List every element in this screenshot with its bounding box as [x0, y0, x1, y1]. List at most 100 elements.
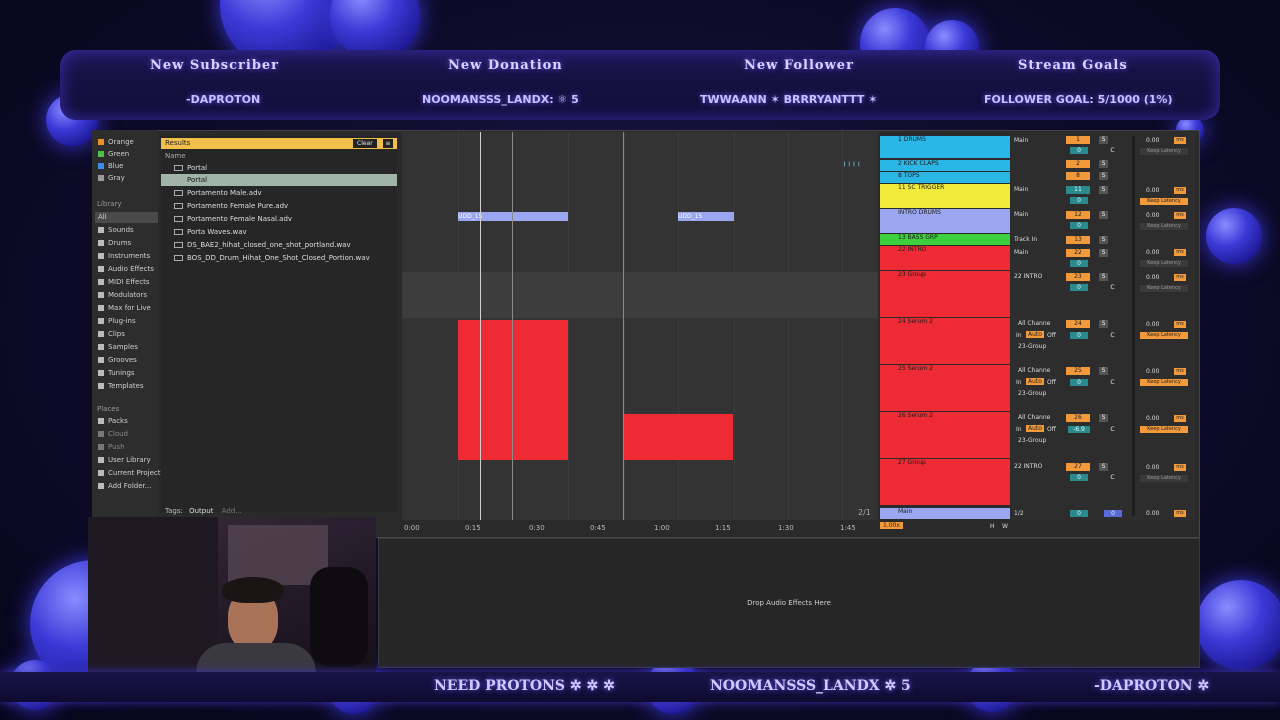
solo-button[interactable]: S — [1099, 160, 1108, 168]
library-drums[interactable]: Drums — [98, 238, 131, 249]
track-route[interactable]: All Channe — [1018, 320, 1050, 327]
solo-button[interactable]: S — [1099, 211, 1108, 219]
track-header-bass-grp[interactable]: 13 BASS GRP — [880, 234, 1010, 245]
track-delay[interactable]: 0.00 — [1146, 212, 1159, 219]
track-header-drums[interactable]: 1 DRUMS — [880, 136, 1010, 158]
color-tag-blue[interactable]: Blue — [98, 161, 124, 172]
crossfade-button[interactable]: C — [1108, 379, 1117, 387]
delay-unit[interactable]: ms — [1174, 415, 1186, 422]
monitor-off[interactable]: Off — [1047, 379, 1056, 386]
tag-add[interactable]: Add... — [222, 507, 242, 515]
group-route[interactable]: 23-Group — [1018, 390, 1046, 397]
color-tag-orange[interactable]: Orange — [98, 137, 134, 148]
browser-item[interactable]: Portamento Female Pure.adv — [161, 200, 397, 212]
group-route[interactable]: 23-Group — [1018, 437, 1046, 444]
solo-button[interactable]: S — [1099, 320, 1108, 328]
track-delay[interactable]: 0.00 — [1146, 274, 1159, 281]
keep-latency-toggle[interactable]: Keep Latency — [1140, 426, 1188, 433]
color-tag-gray[interactable]: Gray — [98, 173, 125, 184]
library-plug-ins[interactable]: Plug-ins — [98, 316, 136, 327]
track-delay[interactable]: 0.00 — [1146, 249, 1159, 256]
track-route[interactable]: Main — [1014, 249, 1028, 256]
delay-unit[interactable]: ms — [1174, 274, 1186, 281]
track-activator[interactable]: 24 — [1066, 320, 1090, 328]
track-route[interactable]: Track In — [1014, 236, 1037, 243]
keep-latency-toggle[interactable]: Keep Latency — [1140, 198, 1188, 205]
library-clips[interactable]: Clips — [98, 329, 125, 340]
track-header-sc-trigger[interactable]: 11 SC TRIGGER — [880, 184, 1010, 208]
track-route[interactable]: All Channe — [1018, 367, 1050, 374]
delay-unit[interactable]: ms — [1174, 321, 1186, 328]
library-grooves[interactable]: Grooves — [98, 355, 137, 366]
library-modulators[interactable]: Modulators — [98, 290, 147, 301]
places-cloud[interactable]: Cloud — [98, 429, 128, 440]
playhead[interactable] — [480, 132, 481, 520]
track-header-serum-24[interactable]: 24 Serum 2 — [880, 318, 1010, 364]
solo-button[interactable]: S — [1099, 463, 1108, 471]
drum-clip[interactable]: UDD_15 — [678, 212, 734, 221]
library-instruments[interactable]: Instruments — [98, 251, 150, 262]
track-header-intro-drums[interactable]: INTRO DRUMS — [880, 209, 1010, 233]
track-activator[interactable]: 12 — [1066, 211, 1090, 219]
places-user-library[interactable]: User Library — [98, 455, 151, 466]
places-packs[interactable]: Packs — [98, 416, 128, 427]
track-activator[interactable]: 22 — [1066, 249, 1090, 257]
crossfade-button[interactable]: C — [1108, 474, 1117, 482]
keep-latency-toggle[interactable]: Keep Latency — [1140, 475, 1188, 482]
track-activator[interactable]: 8 — [1066, 172, 1090, 180]
browser-item[interactable]: BOS_DD_Drum_Hihat_One_Shot_Closed_Portio… — [161, 252, 397, 264]
send-value[interactable]: 0 — [1070, 147, 1088, 154]
color-tag-green[interactable]: Green — [98, 149, 129, 160]
track-route[interactable]: Main — [1014, 137, 1028, 144]
library-samples[interactable]: Samples — [98, 342, 138, 353]
monitor-in[interactable]: In — [1016, 332, 1022, 339]
track-activator[interactable]: 1 — [1066, 136, 1090, 144]
browser-item[interactable]: Portal — [161, 162, 397, 174]
drum-clip[interactable]: UDD_15 — [458, 212, 568, 221]
tag-output[interactable]: Output — [189, 507, 213, 515]
keep-latency-toggle[interactable]: Keep Latency — [1140, 148, 1188, 155]
send-value[interactable]: 0 — [1070, 332, 1088, 339]
track-header-kick-claps[interactable]: 2 KICK CLAPS — [880, 160, 1010, 171]
monitor-auto[interactable]: Auto — [1026, 425, 1044, 432]
w-button[interactable]: W — [1002, 523, 1008, 530]
library-max-for-live[interactable]: Max for Live — [98, 303, 151, 314]
track-activator[interactable]: 26 — [1066, 414, 1090, 422]
solo-button[interactable]: S — [1099, 186, 1108, 194]
send-value[interactable]: -6.9 — [1068, 426, 1090, 433]
places-add-folder[interactable]: Add Folder... — [98, 481, 151, 492]
monitor-auto[interactable]: Auto — [1026, 378, 1044, 385]
places-push[interactable]: Push — [98, 442, 125, 453]
track-activator[interactable]: 25 — [1066, 367, 1090, 375]
track-activator[interactable]: 2 — [1066, 160, 1090, 168]
browser-item[interactable]: Portamento Female Nasal.adv — [161, 213, 397, 225]
keep-latency-toggle[interactable]: Keep Latency — [1140, 285, 1188, 292]
keep-latency-toggle[interactable]: Keep Latency — [1140, 260, 1188, 267]
delay-unit[interactable]: ms — [1174, 510, 1186, 517]
track-route[interactable]: 22 INTRO — [1014, 463, 1042, 470]
library-all[interactable]: All — [95, 212, 158, 223]
solo-button[interactable]: S — [1099, 172, 1108, 180]
send-value[interactable]: 0 — [1104, 510, 1122, 517]
delay-unit[interactable]: ms — [1174, 187, 1186, 194]
zoom-level[interactable]: 1.00x — [880, 522, 903, 529]
delay-unit[interactable]: ms — [1174, 137, 1186, 144]
solo-button[interactable]: S — [1099, 236, 1108, 244]
track-delay[interactable]: 0.00 — [1146, 137, 1159, 144]
library-audio-effects[interactable]: Audio Effects — [98, 264, 154, 275]
library-tunings[interactable]: Tunings — [98, 368, 135, 379]
track-route[interactable]: Main — [1014, 186, 1028, 193]
track-route[interactable]: 22 INTRO — [1014, 273, 1042, 280]
track-header-group[interactable]: 23 Group — [880, 271, 1010, 317]
send-value[interactable]: 0 — [1070, 222, 1088, 229]
delay-unit[interactable]: ms — [1174, 212, 1186, 219]
delay-unit[interactable]: ms — [1174, 249, 1186, 256]
track-header-group-27[interactable]: 27 Group — [880, 459, 1010, 505]
track-route[interactable]: All Channe — [1018, 414, 1050, 421]
track-activator[interactable]: 27 — [1066, 463, 1090, 471]
keep-latency-toggle[interactable]: Keep Latency — [1140, 223, 1188, 230]
send-value[interactable]: 0 — [1070, 474, 1088, 481]
h-button[interactable]: H — [990, 523, 995, 530]
track-header-tops[interactable]: 8 TOPS — [880, 172, 1010, 183]
browser-item[interactable]: Porta Waves.wav — [161, 226, 397, 238]
